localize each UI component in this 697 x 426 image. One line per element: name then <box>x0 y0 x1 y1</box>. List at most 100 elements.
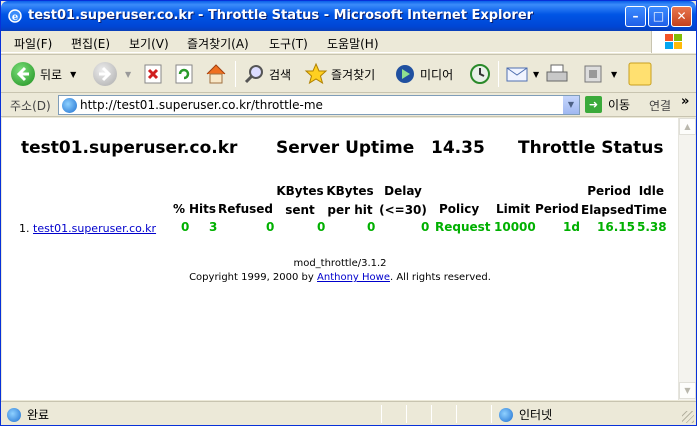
toolbar: 뒤로 ▼ ▼ 검색 즐겨찾기 미디어 ▼ ▼ <box>1 54 696 93</box>
host-link[interactable]: test01.superuser.co.kr <box>33 222 156 235</box>
refresh-button[interactable] <box>173 59 195 89</box>
uptime-label: Server Uptime <box>276 138 415 158</box>
media-icon <box>396 65 414 83</box>
note-icon <box>628 62 652 86</box>
stop-button[interactable] <box>142 59 164 89</box>
edit-button[interactable]: ▼ <box>581 59 617 89</box>
cell-kbytes-sent: 0 <box>317 220 326 234</box>
col-kbytes-per-hit: KBytes per hit <box>326 182 374 220</box>
minimize-button[interactable]: – <box>625 6 646 27</box>
cell-kbytes-per-hit: 0 <box>367 220 376 234</box>
page-footer: mod_throttle/3.1.2 Copyright 1999, 2000 … <box>2 257 678 285</box>
toolbar-separator <box>498 61 499 87</box>
server-name-heading: test01.superuser.co.kr <box>21 138 238 158</box>
cell-period-elapsed: 16.15 <box>597 220 635 234</box>
status-divider <box>431 405 432 423</box>
col-idle-time: Idle Time <box>634 182 667 220</box>
history-button[interactable] <box>468 59 492 89</box>
menu-favorites[interactable]: 즐겨찾기(A) <box>187 35 249 52</box>
status-text: 완료 <box>27 408 50 422</box>
col-delay-line1: Delay <box>384 184 422 198</box>
status-divider <box>406 405 407 423</box>
close-button[interactable]: ✕ <box>671 6 692 27</box>
internet-explorer-icon: e <box>8 9 22 23</box>
edit-dropdown-icon[interactable]: ▼ <box>611 70 617 79</box>
vertical-scrollbar[interactable]: ▲ ▼ <box>678 118 696 400</box>
col-refused: Refused <box>218 202 274 216</box>
scroll-up-icon[interactable]: ▲ <box>679 118 696 135</box>
zone-text: 인터넷 <box>519 408 553 422</box>
favorites-star-icon <box>304 62 328 85</box>
edit-page-icon <box>584 65 602 83</box>
forward-dropdown-icon[interactable]: ▼ <box>125 70 131 79</box>
back-dropdown-icon[interactable]: ▼ <box>70 70 76 79</box>
history-icon <box>470 64 490 84</box>
security-zone[interactable]: 인터넷 <box>499 406 552 423</box>
footer-copyright-suffix: . All rights reserved. <box>389 272 491 283</box>
col-policy: Policy <box>439 202 480 216</box>
menu-edit[interactable]: 편집(E) <box>71 35 110 52</box>
status-divider <box>491 405 492 423</box>
page-done-icon <box>7 407 21 422</box>
forward-arrow-icon <box>93 62 117 86</box>
go-button[interactable]: ➜ 이동 <box>585 96 630 113</box>
favorites-button[interactable]: 즐겨찾기 <box>304 59 375 89</box>
links-button[interactable]: 연결 <box>649 97 671 114</box>
address-dropdown-icon[interactable]: ▼ <box>562 96 579 114</box>
home-button[interactable] <box>204 59 228 89</box>
internet-zone-icon <box>499 407 513 422</box>
col-hits: Hits <box>189 202 217 216</box>
cell-refused: 0 <box>266 220 275 234</box>
col-limit: Limit <box>496 202 531 216</box>
cell-idle-time: 5.38 <box>637 220 667 234</box>
mail-icon <box>506 67 528 82</box>
home-icon <box>206 64 226 84</box>
throttle-status-title: Throttle Status <box>518 138 664 158</box>
media-label: 미디어 <box>420 67 454 82</box>
title-bar[interactable]: e test01.superuser.co.kr - Throttle Stat… <box>1 1 696 31</box>
menu-file[interactable]: 파일(F) <box>14 35 52 52</box>
cell-delay: 0 <box>421 220 430 234</box>
search-button[interactable]: 검색 <box>242 59 291 89</box>
messenger-button[interactable] <box>627 59 653 89</box>
window-title: test01.superuser.co.kr - Throttle Status… <box>28 8 534 23</box>
col-kbytes-per-hit-line2: per hit <box>327 203 373 217</box>
svg-text:e: e <box>12 12 18 23</box>
menu-view[interactable]: 보기(V) <box>129 35 169 52</box>
stop-icon <box>144 64 162 84</box>
col-kbytes-sent-line1: KBytes <box>276 184 324 198</box>
mail-dropdown-icon[interactable]: ▼ <box>533 70 539 79</box>
status-divider <box>456 405 457 423</box>
col-delay-line2: (<=30) <box>379 203 427 217</box>
favorites-label: 즐겨찾기 <box>331 67 376 82</box>
status-left: 완료 <box>7 406 49 423</box>
media-button[interactable]: 미디어 <box>393 59 453 89</box>
go-arrow-icon: ➜ <box>585 96 602 113</box>
address-input[interactable]: http://test01.superuser.co.kr/throttle-m… <box>58 95 580 115</box>
cell-policy: Request <box>435 220 491 234</box>
menu-tools[interactable]: 도구(T) <box>269 35 308 52</box>
footer-copyright: Copyright 1999, 2000 by Anthony Howe. Al… <box>2 271 678 285</box>
scroll-down-icon[interactable]: ▼ <box>679 382 696 399</box>
page-icon <box>62 98 77 113</box>
cell-pct: 0 <box>181 220 190 234</box>
chevron-right-icon[interactable]: » <box>681 94 689 109</box>
author-link[interactable]: Anthony Howe <box>317 272 390 283</box>
resize-grip-icon[interactable] <box>682 411 694 423</box>
col-idle-time-line1: Idle <box>638 184 664 198</box>
footer-copyright-prefix: Copyright 1999, 2000 by <box>189 272 314 283</box>
forward-button[interactable]: ▼ <box>93 59 131 89</box>
col-period-elapsed: Period Elapsed <box>581 182 634 220</box>
col-delay: Delay (<=30) <box>377 182 429 220</box>
address-bar: 주소(D) http://test01.superuser.co.kr/thro… <box>1 93 696 117</box>
cell-period: 1d <box>563 220 580 234</box>
menu-help[interactable]: 도움말(H) <box>327 35 379 52</box>
print-button[interactable] <box>544 59 570 89</box>
address-url[interactable]: http://test01.superuser.co.kr/throttle-m… <box>80 98 323 112</box>
back-button[interactable]: 뒤로 ▼ <box>11 59 76 89</box>
search-label: 검색 <box>269 67 292 82</box>
maximize-button[interactable]: □ <box>648 6 669 27</box>
mail-button[interactable]: ▼ <box>505 59 539 89</box>
col-pct: % <box>173 202 186 216</box>
cell-limit: 10000 <box>494 220 536 234</box>
